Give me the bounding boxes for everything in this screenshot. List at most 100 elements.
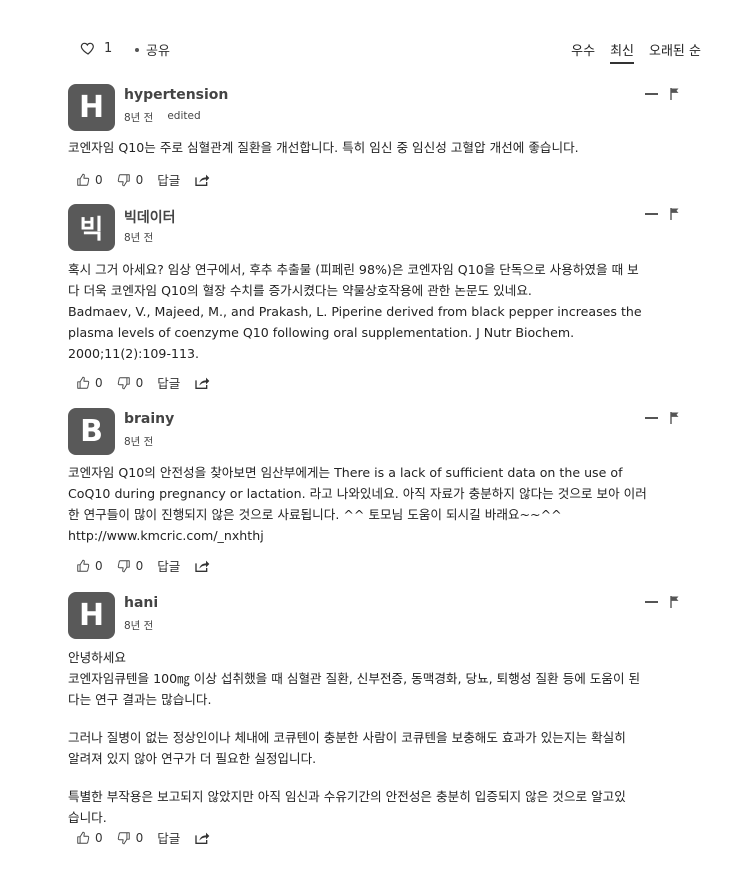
upvote-button[interactable]: 0 xyxy=(76,831,103,845)
downvote-button[interactable]: 0 xyxy=(117,830,144,845)
comment-author[interactable]: 빅데이터 xyxy=(124,207,176,227)
flag-icon[interactable] xyxy=(670,412,680,424)
comment-author[interactable]: brainy xyxy=(124,411,174,427)
thumbs-down-icon xyxy=(117,831,130,844)
upvote-button[interactable]: 0 xyxy=(76,376,103,390)
comment-author[interactable]: hani xyxy=(124,595,158,611)
share-icon xyxy=(195,832,210,844)
comment-line: 한 연구들이 많이 진행되지 않은 것으로 사료됩니다. ^^ 토모님 도움이 … xyxy=(68,507,562,522)
comment-line: 알려져 있지 않아 연구가 더 필요한 실정입니다. xyxy=(68,751,317,766)
comment-line: 습니다. xyxy=(68,810,107,825)
comment-tools xyxy=(645,88,680,100)
bullet-icon xyxy=(135,47,139,52)
share-icon xyxy=(195,377,210,389)
reply-button[interactable]: 답글 xyxy=(157,170,180,189)
comment-line: 특별한 부작용은 보고되지 않았지만 아직 임신과 수유기간의 안전성은 충분히… xyxy=(68,789,626,804)
avatar[interactable]: B xyxy=(68,408,115,455)
comment-meta: 8년 전 xyxy=(124,230,153,245)
comment-link[interactable]: http://www.kmcric.com/_nxhthj xyxy=(68,525,708,546)
upvote-count: 0 xyxy=(95,375,103,390)
share-comment-button[interactable] xyxy=(194,173,215,187)
collapse-icon[interactable] xyxy=(645,213,658,215)
heart-icon xyxy=(80,42,94,55)
comments-toolbar: 1 공유 우수 최신 오래된 순 xyxy=(0,0,743,80)
comment-line: 다는 연구 결과는 많습니다. xyxy=(68,692,212,707)
comment-actions: 0 0 답글 xyxy=(76,170,229,189)
comment-line: 안녕하세요 xyxy=(68,650,126,665)
thumbs-down-icon xyxy=(117,173,130,186)
comment-body: 안녕하세요 코엔자임큐텐을 100㎎ 이상 섭취했을 때 심혈관 질환, 신부전… xyxy=(68,647,708,828)
comment-tools xyxy=(645,412,680,424)
avatar[interactable]: H xyxy=(68,84,115,131)
flag-icon[interactable] xyxy=(670,596,680,608)
upvote-count: 0 xyxy=(95,558,103,573)
comment-line: 2000;11(2):109-113. xyxy=(68,346,200,361)
comment-line: 코엔자임큐텐을 100㎎ 이상 섭취했을 때 심혈관 질환, 신부전증, 동맥경… xyxy=(68,671,641,686)
avatar[interactable]: 빅 xyxy=(68,204,115,251)
comment-tools xyxy=(645,208,680,220)
comment-time: 8년 전 xyxy=(124,112,154,124)
share-comment-button[interactable] xyxy=(194,559,215,573)
downvote-count: 0 xyxy=(135,172,144,187)
comment-line: 코엔자임 Q10의 안전성을 찾아보면 임산부에게는 There is a la… xyxy=(68,465,623,480)
downvote-count: 0 xyxy=(135,830,144,845)
comment-meta: 8년 전 xyxy=(124,618,153,633)
comment-tools xyxy=(645,596,680,608)
collapse-icon[interactable] xyxy=(645,417,658,419)
reply-button[interactable]: 답글 xyxy=(157,373,180,392)
comment-actions: 0 0 답글 xyxy=(76,373,229,392)
comment-line: CoQ10 during pregnancy or lactation. 라고 … xyxy=(68,486,647,501)
thumbs-up-icon xyxy=(77,559,90,572)
comment-body: 혹시 그거 아세요? 임상 연구에서, 후추 추출물 (피페린 98%)은 코엔… xyxy=(68,259,708,364)
reply-button[interactable]: 답글 xyxy=(157,556,180,575)
comment-line: 혹시 그거 아세요? 임상 연구에서, 후추 추출물 (피페린 98%)은 코엔… xyxy=(68,262,639,277)
share-icon xyxy=(195,560,210,572)
share-label: 공유 xyxy=(146,44,170,59)
edited-label: edited xyxy=(167,110,201,122)
avatar[interactable]: H xyxy=(68,592,115,639)
upvote-button[interactable]: 0 xyxy=(76,173,103,187)
comment-body: 코엔자임 Q10는 주로 심혈관계 질환을 개선합니다. 특히 임신 중 임신성… xyxy=(68,137,708,158)
downvote-button[interactable]: 0 xyxy=(117,558,144,573)
comment-line: 다 더욱 코엔자임 Q10의 혈장 수치를 증가시켰다는 약물상호작용에 관한 … xyxy=(68,283,532,298)
flag-icon[interactable] xyxy=(670,208,680,220)
upvote-count: 0 xyxy=(95,830,103,845)
comment-actions: 0 0 답글 xyxy=(76,828,229,847)
reply-button[interactable]: 답글 xyxy=(157,828,180,847)
like-button[interactable]: 1 xyxy=(80,40,112,56)
upvote-count: 0 xyxy=(95,172,103,187)
collapse-icon[interactable] xyxy=(645,601,658,603)
sort-options: 우수 최신 오래된 순 xyxy=(571,40,701,64)
collapse-icon[interactable] xyxy=(645,93,658,95)
comment-line: 그러나 질병이 없는 정상인이나 체내에 코큐텐이 충분한 사람이 코큐텐을 보… xyxy=(68,730,626,745)
comment-body: 코엔자임 Q10의 안전성을 찾아보면 임산부에게는 There is a la… xyxy=(68,462,708,546)
sort-newest[interactable]: 최신 xyxy=(610,40,635,64)
thumbs-up-icon xyxy=(77,376,90,389)
comment-time: 8년 전 xyxy=(124,232,154,244)
downvote-button[interactable]: 0 xyxy=(117,172,144,187)
comment-line: plasma levels of coenzyme Q10 following … xyxy=(68,325,575,340)
upvote-button[interactable]: 0 xyxy=(76,559,103,573)
downvote-count: 0 xyxy=(135,558,144,573)
comment-actions: 0 0 답글 xyxy=(76,556,229,575)
share-icon xyxy=(195,174,210,186)
thumbs-down-icon xyxy=(117,376,130,389)
downvote-count: 0 xyxy=(135,375,144,390)
like-count: 1 xyxy=(104,40,113,56)
share-comment-button[interactable] xyxy=(194,831,215,845)
sort-best[interactable]: 우수 xyxy=(571,40,595,64)
comment-time: 8년 전 xyxy=(124,620,154,632)
comment-meta: 8년 전 edited xyxy=(124,110,201,125)
comment-meta: 8년 전 xyxy=(124,434,153,449)
thumbs-down-icon xyxy=(117,559,130,572)
comment-line: 코엔자임 Q10는 주로 심혈관계 질환을 개선합니다. 특히 임신 중 임신성… xyxy=(68,140,579,155)
thumbs-up-icon xyxy=(77,173,90,186)
thumbs-up-icon xyxy=(77,831,90,844)
downvote-button[interactable]: 0 xyxy=(117,375,144,390)
share-comment-button[interactable] xyxy=(194,376,215,390)
comment-author[interactable]: hypertension xyxy=(124,87,228,103)
sort-oldest[interactable]: 오래된 순 xyxy=(649,40,701,64)
flag-icon[interactable] xyxy=(670,88,680,100)
share-button[interactable]: 공유 xyxy=(135,40,170,59)
comment-line: Badmaev, V., Majeed, M., and Prakash, L.… xyxy=(68,304,642,319)
